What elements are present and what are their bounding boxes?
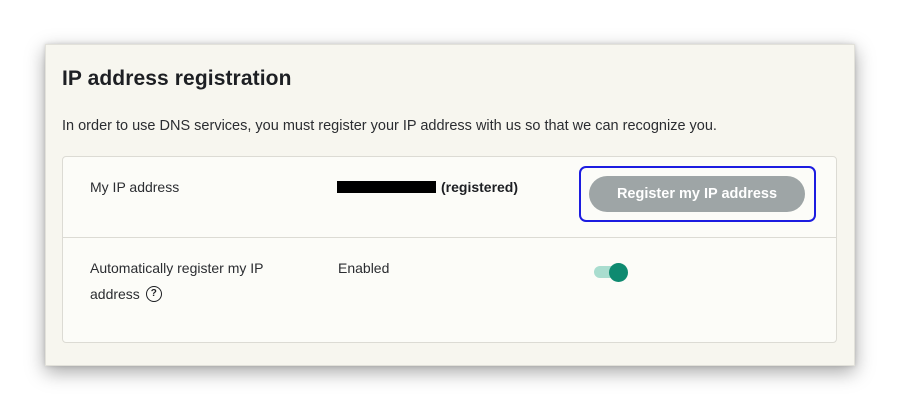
redacted-ip — [337, 181, 436, 193]
section-title: IP address registration — [62, 67, 292, 90]
ip-registration-status: (registered) — [441, 179, 519, 195]
ip-address-value: (registered) — [337, 174, 518, 200]
toggle-knob — [609, 263, 628, 282]
question-circle-icon[interactable]: ? — [145, 286, 162, 303]
settings-card: My IP address (registered) Register my I… — [62, 156, 837, 343]
section-description: In order to use DNS services, you must r… — [62, 118, 717, 134]
register-ip-button[interactable]: Register my IP address — [589, 176, 805, 212]
row-divider — [63, 237, 836, 238]
auto-register-status: Enabled — [338, 260, 390, 276]
auto-register-label: Automatically register my IP address? — [90, 255, 290, 307]
auto-register-toggle[interactable] — [594, 263, 628, 282]
ip-registration-panel: IP address registration In order to use … — [45, 44, 855, 366]
my-ip-label: My IP address — [90, 179, 180, 195]
register-button-highlight: Register my IP address — [579, 166, 816, 222]
auto-register-label-text: Automatically register my IP address — [90, 260, 264, 302]
